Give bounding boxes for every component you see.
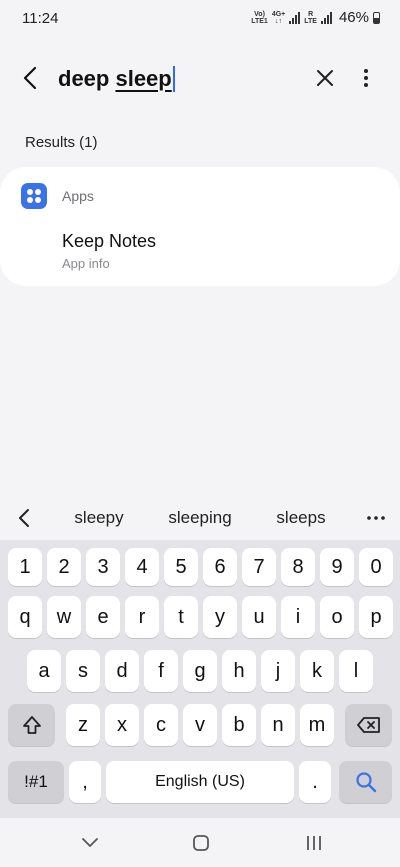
key-4[interactable]: 4 [125,548,159,586]
search-header: deep sleep [0,48,400,112]
key-9[interactable]: 9 [320,548,354,586]
symbols-key[interactable]: !#1 [8,761,64,803]
key-p[interactable]: p [359,596,393,638]
lte-text: LTE [304,17,317,25]
text-cursor [172,66,175,92]
suggestion-back-button[interactable] [10,502,38,534]
period-key[interactable]: . [299,761,331,803]
key-w[interactable]: w [47,596,81,638]
key-h[interactable]: h [222,650,256,692]
shift-key[interactable] [8,704,55,746]
backspace-key[interactable] [345,704,392,746]
back-arrow-icon [23,66,37,90]
key-t[interactable]: t [164,596,198,638]
more-options-button[interactable] [350,60,382,96]
key-i[interactable]: i [281,596,315,638]
space-key[interactable]: English (US) [106,761,294,803]
key-r[interactable]: r [125,596,159,638]
suggestion-1[interactable]: sleepy [74,508,123,528]
search-query-text: deep [58,66,116,91]
key-f[interactable]: f [144,650,178,692]
key-8[interactable]: 8 [281,548,315,586]
keyboard: 1 2 3 4 5 6 7 8 9 0 q w e r t y u i o p … [0,540,400,818]
chevron-down-icon [82,838,98,847]
roaming-text: R [308,10,314,18]
volte-text: Vo) [254,10,265,18]
more-vert-icon [364,69,368,87]
signal-icon-sim2 [320,11,332,24]
status-time: 11:24 [22,10,59,27]
key-s[interactable]: s [66,650,100,692]
key-k[interactable]: k [300,650,334,692]
home-button[interactable] [181,826,221,860]
key-o[interactable]: o [320,596,354,638]
key-l[interactable]: l [339,650,373,692]
suggestion-2[interactable]: sleeping [168,508,231,528]
key-6[interactable]: 6 [203,548,237,586]
navigation-bar [0,818,400,867]
search-query-composing: sleep [115,66,172,91]
result-title: Keep Notes [62,231,157,251]
key-d[interactable]: d [105,650,139,692]
close-icon [317,70,333,86]
key-n[interactable]: n [261,704,295,746]
results-count: Results (1) [25,134,98,151]
network-type-text: 4G+ [271,10,286,18]
hide-keyboard-button[interactable] [70,826,110,860]
chevron-left-icon [19,509,29,527]
volte-indicator: Vo) LTE1 [251,11,268,25]
key-g[interactable]: g [183,650,217,692]
back-button[interactable] [12,60,48,96]
key-c[interactable]: c [144,704,178,746]
signal-icon-sim1 [289,11,301,24]
battery-icon [373,11,380,24]
key-1[interactable]: 1 [8,548,42,586]
network-type-indicator: 4G+ ↓↑ [272,11,285,25]
battery-percent: 46% [338,9,369,26]
key-5[interactable]: 5 [164,548,198,586]
shift-icon [22,716,41,734]
key-j[interactable]: j [261,650,295,692]
key-a[interactable]: a [27,650,61,692]
recents-button[interactable] [294,826,334,860]
search-key[interactable] [339,761,392,803]
key-0[interactable]: 0 [359,548,393,586]
roaming-indicator: R LTE [304,11,317,25]
data-activity-icon: ↓↑ [275,17,283,25]
result-subtitle: App info [62,256,110,271]
recents-icon [307,836,321,850]
suggestion-bar: sleepy sleeping sleeps [0,498,400,538]
category-label: Apps [62,188,94,204]
key-e[interactable]: e [86,596,120,638]
key-b[interactable]: b [222,704,256,746]
backspace-icon [356,717,380,733]
suggestion-3[interactable]: sleeps [276,508,325,528]
key-3[interactable]: 3 [86,548,120,586]
key-v[interactable]: v [183,704,217,746]
search-icon [355,772,376,793]
status-icons: Vo) LTE1 4G+ ↓↑ R LTE 46% [251,9,380,26]
key-u[interactable]: u [242,596,276,638]
more-suggestions-button[interactable] [364,504,388,532]
results-card: Apps Keep Notes App info [0,167,400,286]
status-bar: 11:24 Vo) LTE1 4G+ ↓↑ R LTE 46% [0,0,400,36]
clear-search-button[interactable] [307,60,343,96]
key-2[interactable]: 2 [47,548,81,586]
apps-category-icon [21,183,47,209]
lte1-text: LTE1 [251,17,268,25]
home-icon [193,835,209,851]
comma-key[interactable]: , [69,761,101,803]
key-q[interactable]: q [8,596,42,638]
key-x[interactable]: x [105,704,139,746]
key-z[interactable]: z [66,704,100,746]
key-m[interactable]: m [300,704,334,746]
search-input[interactable]: deep sleep [58,66,175,92]
key-y[interactable]: y [203,596,237,638]
more-horiz-icon [367,516,385,520]
key-7[interactable]: 7 [242,548,276,586]
